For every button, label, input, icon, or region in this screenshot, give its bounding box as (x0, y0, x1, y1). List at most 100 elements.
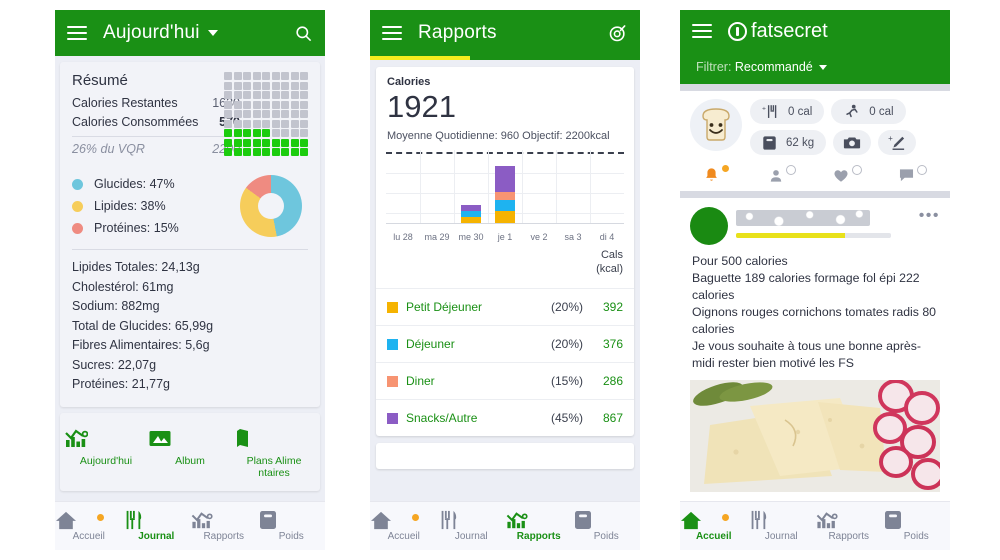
calorie-grid-cell (224, 100, 232, 109)
nav-item-accueil[interactable]: Accueil (55, 510, 123, 542)
bar-column[interactable] (488, 152, 522, 223)
meal-plan-book-icon (237, 428, 248, 447)
bottom-navigation: Accueil Journal Rapports Poids (680, 501, 950, 550)
nav-item-poids[interactable]: Poids (258, 510, 326, 542)
target-icon[interactable] (608, 23, 628, 43)
photo-album-icon (149, 430, 171, 446)
nav-item-label: Accueil (387, 531, 420, 542)
page-title: Rapports (418, 22, 497, 43)
bar-column[interactable] (454, 152, 488, 223)
calorie-grid (224, 72, 308, 156)
nav-item-journal[interactable]: Journal (438, 510, 506, 542)
page-title[interactable]: Aujourd'hui (103, 22, 218, 44)
svg-text:+: + (888, 135, 893, 143)
bar-column[interactable] (420, 152, 454, 223)
reports-chart-icon (505, 510, 573, 530)
chip-add-exercise[interactable]: 0 cal (831, 99, 906, 124)
nav-item-accueil[interactable]: Accueil (680, 510, 748, 542)
calorie-grid-cell (271, 100, 280, 109)
reports-chart-icon (65, 428, 88, 447)
bar-segment (460, 216, 482, 223)
macro-item-carbs: Glucides: 47% (72, 173, 240, 195)
social-notifications[interactable] (684, 165, 750, 183)
chip-row-1: + 0 cal 0 cal (750, 99, 940, 124)
calorie-grid-cell (300, 129, 308, 137)
social-friends[interactable] (750, 165, 816, 183)
nutrition-item: Lipides Totales: 24,13g (72, 260, 200, 274)
table-row[interactable]: Petit Déjeuner (20%) 392 (376, 288, 634, 325)
calorie-grid-cell (262, 81, 270, 90)
filter-dropdown[interactable]: Filtrer: Recommandé (680, 52, 950, 74)
hamburger-icon[interactable] (382, 26, 402, 40)
next-report-card[interactable] (376, 443, 634, 469)
chip-add-food[interactable]: + 0 cal (750, 99, 825, 124)
bar-column[interactable] (590, 152, 624, 223)
meal-breakdown-table: Cals (kcal) Petit Déjeuner (20%) 392 Déjeuner… (376, 242, 634, 436)
quick-action-meal-plans[interactable]: Plans Alime ntaires (232, 427, 316, 479)
post-photo[interactable] (690, 380, 940, 492)
calories-header: Calories 1921 (376, 67, 634, 128)
quick-action-album[interactable]: Album (148, 427, 232, 479)
calorie-grid-cell (243, 119, 251, 128)
search-icon[interactable] (294, 24, 313, 43)
chip-camera[interactable] (833, 130, 872, 155)
meal-name: Diner (406, 374, 435, 388)
table-row[interactable]: Diner (15%) 286 (376, 362, 634, 399)
toast-smiley-icon[interactable] (690, 99, 742, 151)
summary-row-consumed: Calories Consommées 570 (72, 113, 240, 132)
count-ring (852, 165, 863, 175)
calorie-grid-cell (233, 91, 242, 99)
cutlery-icon (748, 510, 816, 530)
hamburger-icon[interactable] (67, 26, 87, 40)
count-ring (917, 165, 928, 175)
calorie-grid-cell (290, 119, 299, 128)
x-tick-label: di 4 (599, 232, 615, 242)
calorie-grid-cell (224, 81, 232, 90)
calorie-grid-cell (243, 129, 251, 137)
person-icon (770, 169, 781, 182)
calories-bar-chart[interactable]: lu 28 ma 29 me 30 je 1 ve 2 sa 3 di 4 (386, 150, 624, 242)
feed-post: ••• Pour 500 calories Baguette 189 calori… (680, 198, 950, 492)
summary-row-rdi: 26% du VQR 2200 (72, 140, 240, 159)
bar-column[interactable] (386, 152, 420, 223)
bar-column[interactable] (522, 152, 556, 223)
nav-item-rapports[interactable]: Rapports (815, 510, 883, 542)
app-header-today: Aujourd'hui (55, 10, 325, 56)
calorie-grid-cell (300, 81, 308, 90)
table-row[interactable]: Déjeuner (20%) 376 (376, 325, 634, 362)
quick-action-label: Aujourd'hui (79, 454, 133, 467)
calorie-grid-cell (224, 119, 232, 128)
calories-label: Calories (387, 76, 431, 88)
table-row[interactable]: Snacks/Autre (45%) 867 (376, 399, 634, 436)
hamburger-icon[interactable] (692, 24, 712, 38)
chip-add-note[interactable]: + (878, 130, 917, 155)
calorie-grid-cell (233, 100, 242, 109)
calorie-grid-cell (290, 148, 299, 156)
nav-item-journal[interactable]: Journal (123, 510, 191, 542)
post-header: ••• (690, 207, 940, 245)
nav-item-poids[interactable]: Poids (883, 510, 951, 542)
legend-swatch (387, 301, 398, 313)
nav-item-rapports[interactable]: Rapports (505, 510, 573, 542)
social-comments[interactable] (881, 165, 947, 183)
nav-item-rapports[interactable]: Rapports (190, 510, 258, 542)
chip-weight[interactable]: 62 kg (750, 130, 827, 155)
nav-item-poids[interactable]: Poids (573, 510, 641, 542)
nav-item-accueil[interactable]: Accueil (370, 510, 438, 542)
calorie-grid-cell (233, 72, 242, 80)
summary-card: Résumé Calories Restantes 1630 Calories … (60, 62, 320, 407)
avatar[interactable] (690, 207, 728, 245)
nav-item-journal[interactable]: Journal (748, 510, 816, 542)
quick-action-today[interactable]: Aujourd'hui (64, 427, 148, 479)
tab-indicator-active (370, 56, 470, 60)
meal-calories: 867 (602, 411, 623, 425)
more-options-icon[interactable]: ••• (913, 207, 940, 225)
calorie-grid-cell (252, 72, 261, 80)
social-likes[interactable] (815, 165, 881, 183)
x-tick-label: me 30 (458, 232, 484, 242)
calorie-grid-cell (300, 138, 308, 147)
legend-dot-protein (72, 222, 83, 234)
phone-panel-reports: Rapports Calories 1921 Moyenne Quotidien… (370, 10, 640, 550)
calorie-grid-cell (262, 110, 270, 118)
bar-column[interactable] (556, 152, 590, 223)
